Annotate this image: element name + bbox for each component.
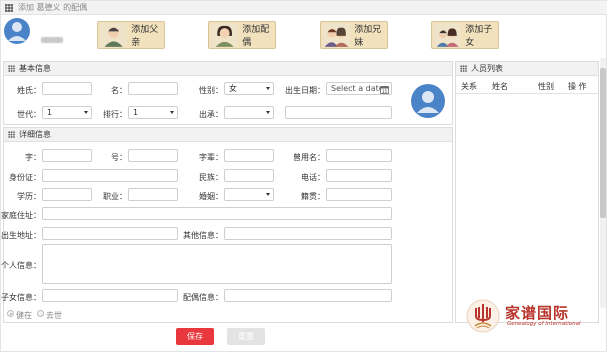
logo-subtitle: Genealogy of International [507,321,581,327]
current-person-avatar-icon [4,18,30,44]
spouse-info-label: 配偶信息： [183,293,223,302]
education-label: 学历： [17,192,41,201]
brand-logo: 家谱国际 Genealogy of International [465,298,599,338]
personal-info-textarea[interactable] [42,244,392,284]
gender-label: 性别： [199,86,223,95]
birthplace-label: 出生地址： [1,231,41,240]
deceased-label: 去世 [46,311,62,320]
siblings-avatar-icon [323,23,351,47]
rank-select[interactable]: 1 [128,106,178,119]
spouse-info-input[interactable] [224,289,392,302]
add-father-button[interactable]: 添加父亲 [97,21,165,49]
children-info-label: 子女信息： [1,293,41,302]
phone-input[interactable] [326,169,392,182]
occupation-input[interactable] [128,188,178,201]
generation-label: 世代： [17,110,41,119]
blurred-person-name [41,37,63,43]
basic-info-header: 基本信息 [4,62,452,76]
children-info-input[interactable] [42,289,178,302]
occupation-label: 职业： [103,192,127,201]
other-info-label: 其他信息： [183,231,223,240]
add-siblings-button[interactable]: 添加兄妹 [320,21,388,49]
chevron-down-icon [266,111,270,114]
dialog-window: 添加 葛德义 的配偶 添加父亲 添加配偶 添加兄妹 添加子女 基本信息 姓氏： … [0,0,607,352]
lineage-select[interactable] [224,106,274,119]
hao-label: 号： [111,153,127,162]
column-relation: 关系 [461,81,477,91]
zi-label: 字： [25,153,41,162]
alive-radio[interactable] [7,310,14,317]
zibei-label: 字辈： [199,153,223,162]
grid-dots-icon [8,65,15,72]
id-card-label: 身份证： [9,173,41,182]
rank-label: 排行： [103,110,127,119]
chevron-down-icon [84,111,88,114]
phone-label: 电话： [301,173,325,182]
title-bar: 添加 葛德义 的配偶 [1,1,607,15]
column-name: 姓名 [492,81,508,91]
surname-label: 姓氏： [17,86,41,95]
native-place-input[interactable] [326,188,392,201]
member-list-header: 人员列表 [456,62,598,76]
grid-dots-icon [460,65,467,72]
home-address-label: 家庭住址： [1,211,41,220]
home-address-input[interactable] [42,207,392,220]
marriage-select[interactable] [224,188,274,201]
logo-title: 家谱国际 [505,304,570,322]
other-info-input[interactable] [224,227,392,240]
reset-button[interactable]: 重置 [227,328,265,345]
grid-dots-icon [8,131,15,138]
former-name-input[interactable] [326,149,392,162]
birth-date-label: 出生日期： [285,86,325,95]
member-table-header: 关系 姓名 性别 操 作 [456,79,598,94]
column-gender: 性别 [538,81,554,91]
given-name-input[interactable] [128,82,178,95]
birth-date-input[interactable]: Select a date 15 [326,82,392,95]
menu-grid-icon [5,3,13,12]
id-card-input[interactable] [42,169,178,182]
scrollbar[interactable] [600,58,606,308]
father-avatar-icon [100,23,128,47]
lineage-label: 出承： [199,110,223,119]
svg-text:15: 15 [382,89,388,94]
gender-select[interactable]: 女 [224,82,274,95]
window-title: 添加 葛德义 的配偶 [18,3,88,12]
lineage-detail-input[interactable] [285,106,392,119]
education-input[interactable] [42,188,92,201]
birthplace-input[interactable] [42,227,178,240]
native-place-label: 籍贯： [301,192,325,201]
chevron-down-icon [170,111,174,114]
generation-select[interactable]: 1 [42,106,92,119]
ethnic-label: 民族： [199,173,223,182]
add-children-button[interactable]: 添加子女 [431,21,499,49]
family-tree-logo-icon [466,299,500,333]
person-avatar-icon [411,84,445,118]
children-avatar-icon [434,23,462,47]
save-button[interactable]: 保存 [176,328,214,345]
surname-input[interactable] [42,82,92,95]
scrollbar-thumb[interactable] [600,68,606,218]
add-spouse-button[interactable]: 添加配偶 [208,21,276,49]
marriage-label: 婚姻： [199,192,223,201]
hao-input[interactable] [128,149,178,162]
zibei-input[interactable] [224,149,274,162]
column-actions: 操 作 [568,81,587,91]
calendar-icon[interactable]: 15 [380,85,389,94]
ethnic-input[interactable] [224,169,274,182]
deceased-radio[interactable] [37,310,44,317]
chevron-down-icon [266,193,270,196]
given-name-label: 名： [111,86,127,95]
personal-info-label: 个人信息： [1,261,41,270]
spouse-avatar-icon [211,23,239,47]
zi-input[interactable] [42,149,92,162]
member-list-panel: 人员列表 [455,61,599,323]
chevron-down-icon [266,87,270,90]
former-name-label: 曾用名： [293,153,325,162]
detail-info-header: 详细信息 [4,128,452,142]
alive-label: 健在 [16,311,32,320]
